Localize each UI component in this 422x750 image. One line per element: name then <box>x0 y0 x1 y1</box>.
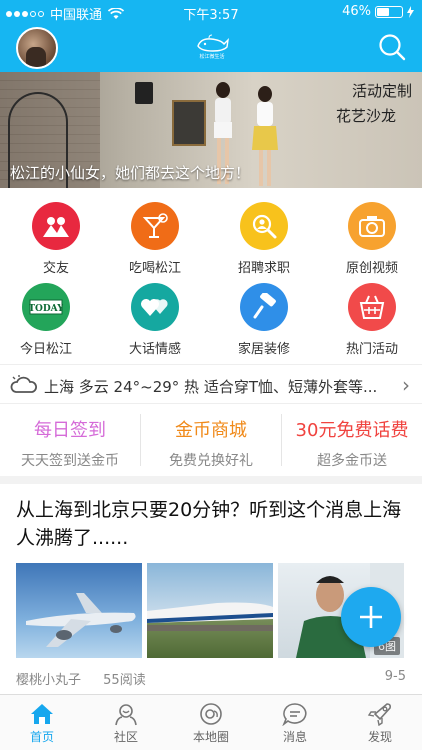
grid-item-events[interactable]: 热门活动 <box>322 283 422 357</box>
tab-label: 社区 <box>113 730 138 744</box>
grid-item-today[interactable]: TODAY 今日松江 <box>0 283 96 357</box>
tab-community[interactable]: 社区 <box>84 695 168 750</box>
promo-coin-mall[interactable]: 金币商城 免费兑换好礼 <box>141 404 281 476</box>
promo-subtitle: 超多金币送 <box>317 453 387 469</box>
tab-label: 发现 <box>367 730 392 744</box>
battery-percent: 46% <box>342 4 371 19</box>
job-search-icon <box>240 202 288 250</box>
rocket-icon <box>367 703 391 726</box>
grid-item-label: 今日松江 <box>19 342 72 357</box>
plus-icon <box>360 606 382 628</box>
article-reads: 55阅读 <box>103 673 146 688</box>
weather-text: 上海 多云 24°~29° 热 适合穿T恤、短薄外套等... <box>44 378 378 396</box>
grid-item-label: 家居装修 <box>237 342 290 357</box>
section-gap <box>0 476 422 484</box>
friends-icon <box>32 202 80 250</box>
promo-title: 金币商城 <box>175 420 247 441</box>
tab-home[interactable]: 首页 <box>0 695 84 750</box>
grid-item-label: 招聘求职 <box>237 261 290 276</box>
banner-tag: 活动定制 <box>351 82 412 100</box>
basket-icon <box>348 283 396 331</box>
grid-item-video[interactable]: 原创视频 <box>322 202 422 276</box>
home-icon <box>31 704 53 724</box>
grid-item-label: 热门活动 <box>345 342 398 357</box>
promo-subtitle: 免费兑换好礼 <box>169 453 253 469</box>
search-button[interactable] <box>378 33 406 61</box>
logo-text: 松江微生活 <box>199 54 225 60</box>
whale-logo-icon <box>197 34 229 52</box>
grid-item-friends[interactable]: 交友 <box>6 202 106 276</box>
tab-messages[interactable]: 消息 <box>253 695 337 750</box>
charging-icon <box>407 5 414 18</box>
article-author[interactable]: 樱桃小丸子 <box>16 673 81 688</box>
tab-label: 首页 <box>29 730 54 744</box>
promo-title: 30元免费话费 <box>295 420 409 441</box>
promo-subtitle: 天天签到送金币 <box>21 453 119 469</box>
article-title[interactable]: 从上海到北京只要20分钟？听到这个消息上海人沸腾了...... <box>16 496 408 552</box>
weather-bar[interactable]: 上海 多云 24°~29° 热 适合穿T恤、短薄外套等... › <box>0 364 422 404</box>
tab-label: 本地圈 <box>192 730 229 744</box>
battery-icon <box>375 5 403 18</box>
grid-item-emotion[interactable]: 大话情感 <box>105 283 205 357</box>
promo-title: 每日签到 <box>34 420 106 441</box>
article-image-plane <box>16 563 142 658</box>
camera-icon <box>348 202 396 250</box>
battery-status: 46% <box>342 4 414 19</box>
article-image-train <box>147 563 273 658</box>
banner-carousel[interactable]: 活动定制 花艺沙龙 松江的小仙女，她们都去这个地方！ <box>0 72 422 188</box>
grid-item-label: 原创视频 <box>345 261 398 276</box>
cloudy-icon <box>10 375 37 393</box>
cocktail-icon <box>131 202 179 250</box>
paint-roller-icon <box>240 283 288 331</box>
tab-label: 消息 <box>282 730 307 744</box>
promo-phone-credit[interactable]: 30元免费话费 超多金币送 <box>282 404 422 476</box>
user-avatar[interactable] <box>16 27 58 69</box>
grid-item-label: 大话情感 <box>128 342 181 357</box>
chevron-right-icon: › <box>402 373 410 397</box>
local-circle-icon <box>200 703 222 725</box>
promo-row: 每日签到 天天签到送金币 金币商城 免费兑换好礼 30元免费话费 超多金币送 <box>0 404 422 476</box>
banner-lamp <box>135 82 153 104</box>
grid-item-label: 交友 <box>42 261 69 276</box>
community-icon <box>115 704 137 726</box>
banner-caption: 松江的小仙女，她们都去这个地方！ <box>10 164 251 182</box>
article-date: 9-5 <box>384 669 406 684</box>
grid-item-label: 吃喝松江 <box>128 261 181 276</box>
hearts-icon <box>131 283 179 331</box>
app-logo: 松江微生活 <box>190 34 234 64</box>
today-badge-text: TODAY <box>29 304 63 314</box>
status-bar: 中国联通 下午3:57 46% <box>0 0 422 24</box>
promo-checkin[interactable]: 每日签到 天天签到送金币 <box>0 404 140 476</box>
search-icon <box>379 34 406 61</box>
tab-discover[interactable]: 发现 <box>338 695 422 750</box>
grid-item-home-decor[interactable]: 家居装修 <box>214 283 314 357</box>
banner-tag: 花艺沙龙 <box>335 107 396 125</box>
message-icon <box>282 703 307 726</box>
add-post-button[interactable] <box>341 587 401 647</box>
grid-item-food[interactable]: 吃喝松江 <box>105 202 205 276</box>
today-icon: TODAY <box>22 283 70 331</box>
grid-item-jobs[interactable]: 招聘求职 <box>214 202 314 276</box>
bottom-nav: 首页 社区 本地圈 消息 发现 <box>0 694 422 750</box>
banner-menu-board <box>172 100 206 146</box>
tab-local-circle[interactable]: 本地圈 <box>169 695 253 750</box>
article-meta: 樱桃小丸子 55阅读 <box>16 669 146 688</box>
banner-person <box>252 86 278 186</box>
